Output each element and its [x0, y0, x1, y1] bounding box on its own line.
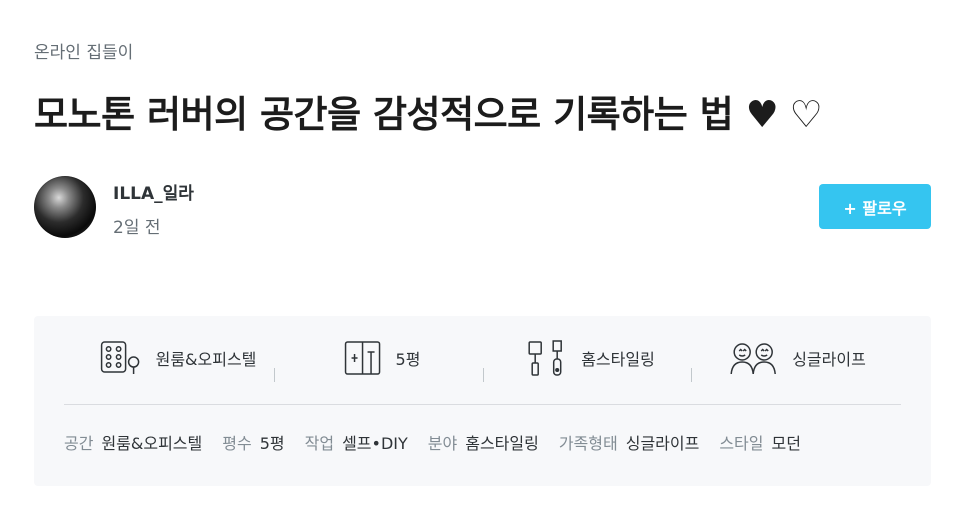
paint-tools-icon: [527, 339, 567, 377]
summary-label: 5평: [395, 350, 421, 369]
detail-value: 5평: [259, 434, 285, 453]
detail-value: 원룸&오피스텔: [101, 434, 203, 453]
divider: [64, 404, 901, 405]
summary-item-space: 원룸&오피스텔: [100, 334, 257, 382]
separator: [691, 368, 692, 382]
details-row: 공간 원룸&오피스텔 평수 5평 작업 셀프•DIY 분야 홈스타일링 가족형태…: [64, 430, 801, 454]
page-title: 모노톤 러버의 공간을 감성적으로 기록하는 법 ♥ ♡: [34, 84, 823, 138]
home-info-box: 원룸&오피스텔 5평 홈스타일링 싱글라이프 공간 원룸&오피스텔 평수 5평 …: [34, 316, 931, 486]
detail-value: 홈스타일링: [465, 434, 539, 453]
summary-label: 싱글라이프: [792, 350, 866, 369]
detail-style: 스타일 모던: [719, 430, 801, 454]
detail-size: 평수 5평: [222, 430, 284, 454]
detail-key: 분야: [427, 434, 458, 453]
floor-plan-icon: [344, 340, 382, 376]
detail-space: 공간 원룸&오피스텔: [64, 430, 202, 454]
detail-work: 작업 셀프•DIY: [305, 430, 408, 454]
author-section: ILLA_일라 2일 전 + 팔로우: [34, 176, 931, 240]
detail-field: 분야 홈스타일링: [428, 430, 539, 454]
category-label[interactable]: 온라인 집들이: [34, 38, 133, 63]
separator: [483, 368, 484, 382]
summary-item-size: 5평: [344, 334, 421, 382]
summary-item-family: 싱글라이프: [730, 334, 866, 382]
detail-family: 가족형태 싱글라이프: [559, 430, 700, 454]
title-text: 모노톤 러버의 공간을 감성적으로 기록하는 법: [34, 93, 734, 136]
detail-value: 싱글라이프: [625, 434, 700, 453]
detail-key: 평수: [222, 434, 252, 453]
detail-key: 스타일: [719, 434, 764, 453]
author-name[interactable]: ILLA_일라: [113, 179, 194, 204]
detail-value: 모던: [771, 434, 801, 453]
summary-label: 홈스타일링: [581, 350, 655, 369]
room-icon: [100, 340, 142, 376]
detail-value: 셀프•DIY: [342, 434, 408, 453]
follow-button[interactable]: + 팔로우: [819, 184, 931, 229]
detail-key: 공간: [64, 434, 94, 453]
detail-key: 가족형태: [558, 434, 618, 453]
summary-label: 원룸&오피스텔: [155, 350, 257, 369]
heart-icons: ♥ ♡: [745, 93, 823, 136]
post-date: 2일 전: [113, 218, 161, 238]
summary-item-field: 홈스타일링: [527, 334, 655, 382]
separator: [274, 368, 275, 382]
summary-row: 원룸&오피스텔 5평 홈스타일링 싱글라이프: [34, 334, 931, 382]
avatar[interactable]: [34, 176, 96, 238]
detail-key: 작업: [304, 434, 335, 453]
people-icon: [730, 341, 778, 375]
